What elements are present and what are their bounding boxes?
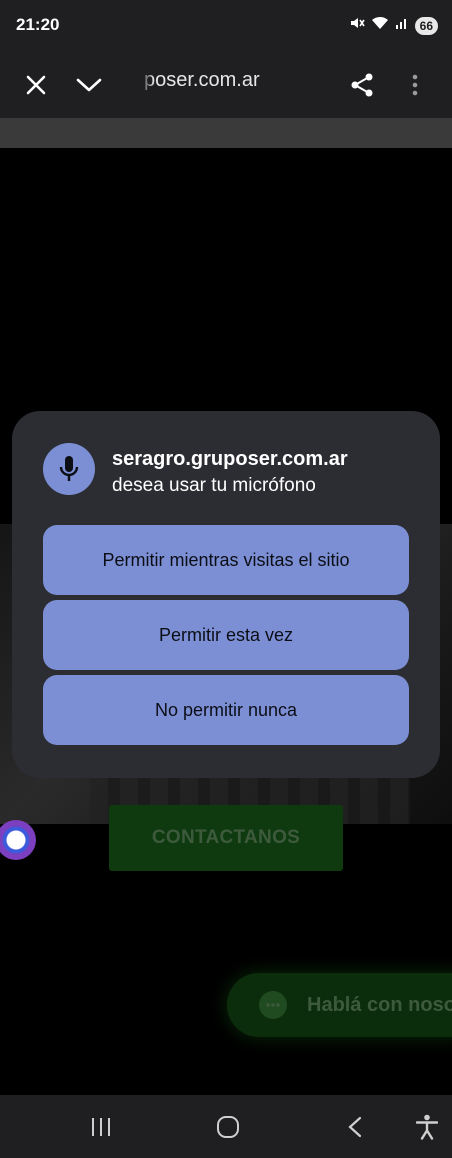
status-bar: 21:20 66 <box>0 0 452 52</box>
browser-toolbar: poser.com.ar <box>0 52 452 118</box>
assistant-bubble-icon[interactable] <box>0 820 36 860</box>
home-icon[interactable] <box>208 1109 248 1145</box>
chat-icon <box>259 991 287 1019</box>
status-time: 21:20 <box>16 15 60 34</box>
chat-label: Hablá con noso <box>307 993 452 1016</box>
allow-once-button[interactable]: Permitir esta vez <box>43 600 409 670</box>
never-allow-button[interactable]: No permitir nunca <box>43 675 409 745</box>
recents-icon[interactable] <box>81 1109 121 1145</box>
mute-icon <box>349 15 365 36</box>
microphone-icon <box>43 443 95 495</box>
url-text[interactable]: poser.com.ar <box>144 69 260 92</box>
close-icon[interactable] <box>16 65 56 105</box>
microphone-permission-dialog: seragro.gruposer.com.ar desea usar tu mi… <box>12 411 440 778</box>
share-icon[interactable] <box>342 65 382 105</box>
signal-icon <box>395 16 409 35</box>
chevron-down-icon[interactable] <box>69 65 109 105</box>
chat-button[interactable]: Hablá con noso <box>227 973 452 1037</box>
allow-while-visiting-button[interactable]: Permitir mientras visitas el sitio <box>43 525 409 595</box>
url-fade <box>140 66 154 100</box>
contact-button[interactable]: CONTACTANOS <box>109 805 343 871</box>
dialog-message: desea usar tu micrófono <box>112 475 316 496</box>
status-icons: 66 <box>349 15 438 36</box>
dialog-site: seragro.gruposer.com.ar <box>112 448 348 470</box>
wifi-icon <box>371 15 389 36</box>
battery-icon: 66 <box>414 16 438 35</box>
back-icon[interactable] <box>335 1109 375 1145</box>
page-header-strip <box>0 118 452 148</box>
accessibility-icon[interactable] <box>407 1109 447 1145</box>
navigation-bar <box>0 1095 452 1158</box>
more-vert-icon[interactable] <box>395 65 435 105</box>
